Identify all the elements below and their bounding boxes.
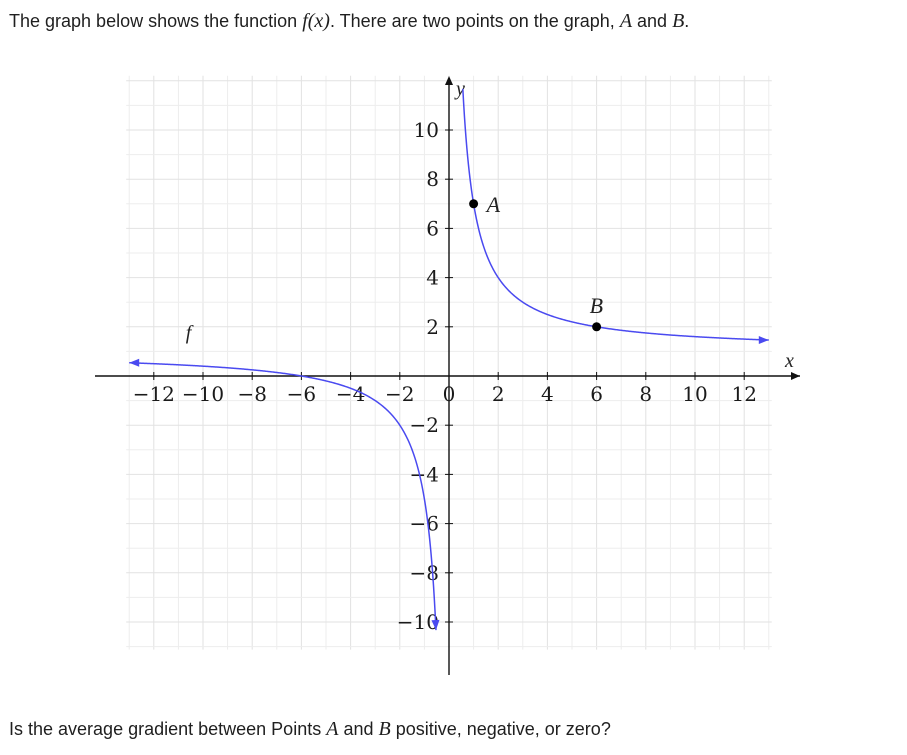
x-tick-label: −2	[385, 382, 414, 406]
y-tick-label: −4	[410, 462, 439, 486]
x-tick-label: 10	[682, 382, 707, 406]
y-tick-label: −8	[410, 561, 439, 585]
y-tick-label: −6	[410, 512, 439, 536]
question-ask: Is the average gradient between Points A…	[9, 718, 611, 740]
y-tick-label: 10	[414, 118, 439, 142]
x-axis-arrow	[791, 372, 800, 380]
curve-label: f	[186, 322, 194, 344]
x-tick-label: 0	[443, 382, 456, 406]
x-tick-label: 6	[590, 382, 603, 406]
x-axis-label: x	[784, 350, 794, 372]
y-tick-label: −2	[410, 413, 439, 437]
x-tick-label: 2	[492, 382, 505, 406]
x-tick-label: 12	[731, 382, 756, 406]
curve-arrow-right	[758, 336, 769, 345]
point-a	[469, 199, 479, 209]
x-tick-label: 4	[541, 382, 554, 406]
point-label-a: A	[485, 192, 501, 217]
y-tick-label: 6	[426, 216, 439, 240]
x-tick-label: −8	[237, 382, 266, 406]
y-tick-label: 8	[426, 167, 439, 191]
y-tick-label: 4	[426, 266, 439, 290]
axes: xy	[95, 76, 800, 675]
x-tick-label: −4	[336, 382, 365, 406]
function-graph: xy −12 −10 −8 −6 −4 −2 0 2 4 6 8 10 12108642−2−4−6−8…	[95, 75, 800, 675]
x-tick-label: 8	[639, 382, 652, 406]
y-tick-label: 2	[426, 315, 439, 339]
x-tick-label: −10	[182, 382, 224, 406]
x-tick-label: −12	[133, 382, 175, 406]
point-label-b: B	[590, 293, 603, 318]
curve-arrow-left	[129, 358, 140, 367]
x-tick-label: −6	[287, 382, 316, 406]
point-b	[592, 322, 602, 332]
